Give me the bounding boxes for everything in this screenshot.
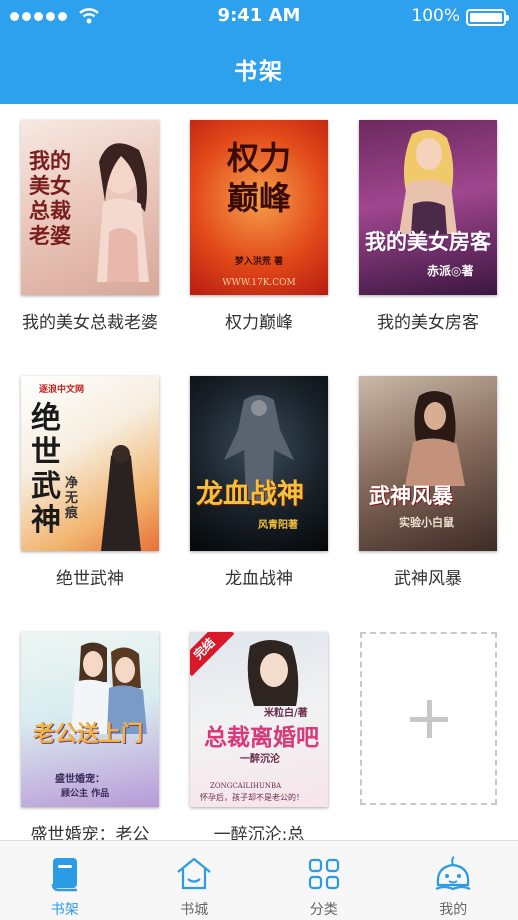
cover-author-text: 顾公主 作品 — [61, 789, 110, 799]
tab-label: 书城 — [180, 902, 209, 918]
nav-header: 9:41 AM 100% 书架 — [0, 0, 518, 104]
cover-url-text: WWW.17K.COM — [222, 278, 296, 288]
book-cover[interactable]: 逐浪中文网 绝世武神 净无痕 — [21, 376, 159, 551]
book-cover[interactable]: 权力巅峰 梦入洪荒 著 WWW.17K.COM — [190, 120, 328, 295]
battery-percent: 100% — [411, 6, 460, 26]
book-title: 我的美女房客 — [377, 313, 479, 333]
book-title: 权力巅峰 — [225, 313, 293, 333]
book-cover[interactable]: 龙血战神 风青阳著 — [190, 376, 328, 551]
bottom-tab-bar: 书架 书城 分类 我的 — [0, 840, 518, 920]
book-item[interactable]: 权力巅峰 梦入洪荒 著 WWW.17K.COM 权力巅峰 — [190, 120, 328, 335]
cover-title-text: 总裁离婚吧 — [204, 724, 319, 751]
cover-subtitle-text: 一醉沉沦 — [240, 754, 280, 765]
book-item[interactable]: 完结 米粒白/著 总裁离婚吧 一醉沉沦 ZONGCAILIHUNBA 怀孕后，孩… — [190, 632, 328, 840]
tab-bookstore[interactable]: 书城 — [130, 841, 260, 920]
profile-face-icon — [435, 856, 471, 891]
cover-title-text: 老公送上门 — [33, 721, 144, 747]
cover-author-text: 风青阳著 — [258, 520, 298, 531]
cover-title-text: 我的美女房客 — [365, 229, 491, 254]
tab-profile[interactable]: 我的 — [389, 841, 518, 920]
cover-author-text: 实验小白鼠 — [399, 516, 454, 529]
cover-title-text: 武神风暴 — [369, 483, 453, 508]
house-icon — [177, 857, 211, 890]
tab-label: 书架 — [50, 902, 79, 918]
book-item[interactable]: 龙血战神 风青阳著 龙血战神 — [190, 376, 328, 591]
book-title: 我的美女总裁老婆 — [22, 313, 158, 333]
cover-author-text: 梦入洪荒 著 — [234, 257, 284, 267]
book-cover[interactable]: 我的美女房客 赤派◎著 — [359, 120, 497, 295]
book-title: 盛世婚宠：老公 — [30, 825, 150, 840]
add-book-button[interactable] — [360, 632, 497, 805]
bookshelf-grid: 我的美女总裁老婆 我的美女总裁老婆 权力巅峰 梦入洪荒 著 WWW.17K.CO… — [0, 104, 518, 840]
book-cover[interactable]: 武神风暴 实验小白鼠 — [359, 376, 497, 551]
status-bar: 9:41 AM 100% — [0, 0, 518, 34]
book-item[interactable]: 我的美女房客 赤派◎著 我的美女房客 — [359, 120, 497, 335]
cover-pinyin-text: ZONGCAILIHUNBA — [210, 782, 282, 790]
tab-label: 我的 — [439, 902, 468, 918]
book-item[interactable]: 武神风暴 实验小白鼠 武神风暴 — [359, 376, 497, 591]
book-title: 龙血战神 — [225, 569, 293, 589]
cover-author-text: 赤派◎著 — [427, 264, 474, 278]
tab-bookshelf[interactable]: 书架 — [0, 841, 130, 920]
tab-label: 分类 — [309, 902, 338, 918]
tab-category[interactable]: 分类 — [259, 841, 389, 920]
page-title: 书架 — [234, 59, 284, 85]
cover-author-text: 米粒白/著 — [264, 708, 308, 719]
cover-site-text: 逐浪中文网 — [39, 385, 85, 395]
book-title: 一醉沉沦:总 — [213, 825, 305, 840]
book-title: 武神风暴 — [394, 569, 462, 589]
cover-title-text: 龙血战神 — [196, 479, 304, 510]
book-item[interactable]: 老公送上门 盛世婚宠： 顾公主 作品 盛世婚宠：老公 — [21, 632, 159, 840]
book-item[interactable]: 我的美女总裁老婆 我的美女总裁老婆 — [21, 120, 159, 335]
battery-icon — [466, 9, 509, 26]
book-cover[interactable]: 完结 米粒白/著 总裁离婚吧 一醉沉沦 ZONGCAILIHUNBA 怀孕后，孩… — [190, 632, 328, 807]
book-cover[interactable]: 老公送上门 盛世婚宠： 顾公主 作品 — [21, 632, 159, 807]
cover-tagline-text: 怀孕后，孩子却不是老公的！ — [200, 793, 304, 802]
bookshelf-icon — [51, 858, 77, 892]
grid-icon — [308, 858, 339, 890]
cover-subtitle-text: 盛世婚宠： — [55, 774, 105, 785]
cover-title-text: 权力巅峰 — [226, 139, 291, 217]
book-title: 绝世武神 — [56, 569, 124, 589]
cover-author-text: 净无痕 — [65, 476, 79, 521]
book-item[interactable]: 逐浪中文网 绝世武神 净无痕 绝世武神 — [21, 376, 159, 591]
book-cover[interactable]: 我的美女总裁老婆 — [21, 120, 159, 295]
cover-title-text: 我的美女总裁老婆 — [29, 148, 71, 248]
